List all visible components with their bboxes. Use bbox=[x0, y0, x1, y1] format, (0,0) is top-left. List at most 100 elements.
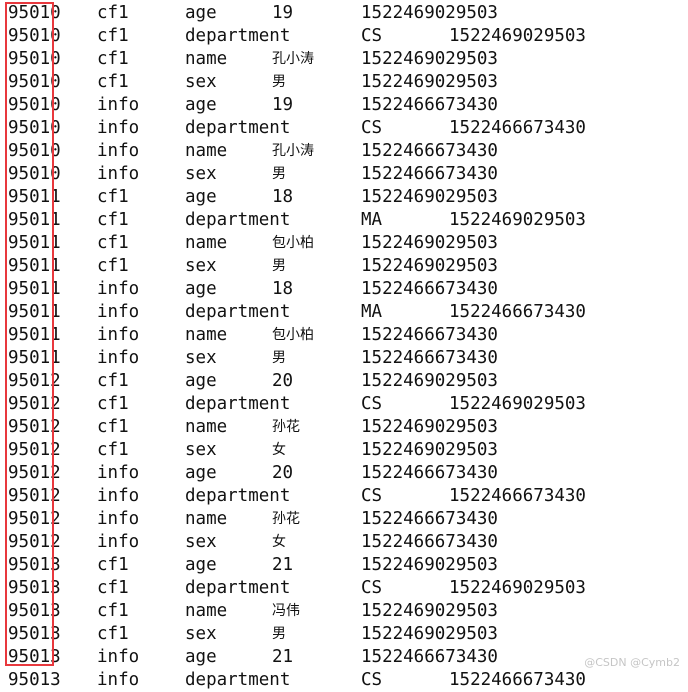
value-cell: 包小柏 bbox=[272, 235, 314, 251]
rowkey-cell: 95011 bbox=[8, 233, 61, 253]
column-family-cell: cf1 bbox=[97, 624, 129, 644]
value-cell: 男 bbox=[272, 626, 286, 642]
qualifier-cell: name bbox=[185, 325, 228, 345]
timestamp-cell: 1522469029503 bbox=[361, 440, 498, 460]
timestamp-cell: 1522469029503 bbox=[361, 233, 498, 253]
column-family-cell: cf1 bbox=[97, 256, 129, 276]
rowkey-cell: 95010 bbox=[8, 141, 61, 161]
table-row: 95011 info department MA 1522466673430 bbox=[0, 301, 688, 324]
value-cell: 男 bbox=[272, 74, 286, 90]
table-row: 95012 cf1 age 20 1522469029503 bbox=[0, 370, 688, 393]
value-cell: CS bbox=[361, 670, 383, 690]
rowkey-cell: 95012 bbox=[8, 532, 61, 552]
timestamp-cell: 1522466673430 bbox=[449, 118, 586, 138]
rowkey-cell: 95011 bbox=[8, 325, 61, 345]
qualifier-cell: name bbox=[185, 49, 228, 69]
value-cell: 19 bbox=[272, 3, 294, 23]
rowkey-cell: 95011 bbox=[8, 187, 61, 207]
column-family-cell: cf1 bbox=[97, 394, 129, 414]
rowkey-cell: 95010 bbox=[8, 3, 61, 23]
table-row: 95010 cf1 name 孔小涛 1522469029503 bbox=[0, 48, 688, 71]
table-row: 95011 cf1 age 18 1522469029503 bbox=[0, 186, 688, 209]
table-row: 95010 cf1 sex 男 1522469029503 bbox=[0, 71, 688, 94]
rowkey-cell: 95010 bbox=[8, 72, 61, 92]
timestamp-cell: 1522469029503 bbox=[361, 555, 498, 575]
value-cell: CS bbox=[361, 486, 383, 506]
column-family-cell: info bbox=[97, 95, 140, 115]
rowkey-cell: 95011 bbox=[8, 210, 61, 230]
timestamp-cell: 1522469029503 bbox=[361, 72, 498, 92]
value-cell: 孔小涛 bbox=[272, 51, 314, 67]
rowkey-cell: 95013 bbox=[8, 624, 61, 644]
value-cell: 女 bbox=[272, 442, 286, 458]
value-cell: 18 bbox=[272, 279, 294, 299]
timestamp-cell: 1522466673430 bbox=[361, 509, 498, 529]
timestamp-cell: 1522466673430 bbox=[361, 348, 498, 368]
table-row: 95012 info age 20 1522466673430 bbox=[0, 462, 688, 485]
rowkey-cell: 95013 bbox=[8, 578, 61, 598]
qualifier-cell: age bbox=[185, 371, 217, 391]
column-family-cell: info bbox=[97, 118, 140, 138]
column-family-cell: info bbox=[97, 670, 140, 690]
timestamp-cell: 1522469029503 bbox=[361, 49, 498, 69]
table-row: 95011 cf1 sex 男 1522469029503 bbox=[0, 255, 688, 278]
qualifier-cell: department bbox=[185, 302, 291, 322]
column-family-cell: cf1 bbox=[97, 72, 129, 92]
table-row: 95011 info age 18 1522466673430 bbox=[0, 278, 688, 301]
table-row: 95012 info sex 女 1522466673430 bbox=[0, 531, 688, 554]
table-row: 95013 cf1 sex 男 1522469029503 bbox=[0, 623, 688, 646]
qualifier-cell: department bbox=[185, 578, 291, 598]
column-family-cell: cf1 bbox=[97, 233, 129, 253]
table-row: 95013 cf1 department CS 1522469029503 bbox=[0, 577, 688, 600]
qualifier-cell: sex bbox=[185, 256, 217, 276]
qualifier-cell: department bbox=[185, 118, 291, 138]
column-family-cell: info bbox=[97, 141, 140, 161]
value-cell: 包小柏 bbox=[272, 327, 314, 343]
timestamp-cell: 1522469029503 bbox=[449, 210, 586, 230]
value-cell: 男 bbox=[272, 166, 286, 182]
qualifier-cell: department bbox=[185, 394, 291, 414]
qualifier-cell: age bbox=[185, 279, 217, 299]
timestamp-cell: 1522469029503 bbox=[361, 256, 498, 276]
value-cell: 女 bbox=[272, 534, 286, 550]
value-cell: 男 bbox=[272, 258, 286, 274]
timestamp-cell: 1522466673430 bbox=[361, 532, 498, 552]
timestamp-cell: 1522466673430 bbox=[361, 647, 498, 667]
table-row: 95012 info name 孙花 1522466673430 bbox=[0, 508, 688, 531]
column-family-cell: cf1 bbox=[97, 555, 129, 575]
qualifier-cell: department bbox=[185, 670, 291, 690]
column-family-cell: cf1 bbox=[97, 3, 129, 23]
qualifier-cell: age bbox=[185, 463, 217, 483]
column-family-cell: info bbox=[97, 486, 140, 506]
table-row: 95012 cf1 department CS 1522469029503 bbox=[0, 393, 688, 416]
qualifier-cell: age bbox=[185, 3, 217, 23]
watermark: @CSDN @Cymb2 bbox=[584, 656, 680, 669]
rowkey-cell: 95011 bbox=[8, 302, 61, 322]
column-family-cell: cf1 bbox=[97, 210, 129, 230]
value-cell: CS bbox=[361, 394, 383, 414]
timestamp-cell: 1522466673430 bbox=[449, 670, 586, 690]
column-family-cell: cf1 bbox=[97, 187, 129, 207]
column-family-cell: info bbox=[97, 279, 140, 299]
rowkey-cell: 95011 bbox=[8, 348, 61, 368]
value-cell: CS bbox=[361, 26, 383, 46]
column-family-cell: info bbox=[97, 509, 140, 529]
qualifier-cell: department bbox=[185, 26, 291, 46]
table-row: 95010 cf1 age 19 1522469029503 bbox=[0, 2, 688, 25]
rowkey-cell: 95013 bbox=[8, 601, 61, 621]
qualifier-cell: department bbox=[185, 210, 291, 230]
value-cell: 18 bbox=[272, 187, 294, 207]
table-row: 95010 info sex 男 1522466673430 bbox=[0, 163, 688, 186]
value-cell: 20 bbox=[272, 371, 294, 391]
rowkey-cell: 95013 bbox=[8, 647, 61, 667]
terminal-output: 95010 cf1 age 19 1522469029503 95010 cf1 depart… bbox=[0, 0, 688, 690]
rowkey-cell: 95010 bbox=[8, 164, 61, 184]
qualifier-cell: sex bbox=[185, 440, 217, 460]
qualifier-cell: age bbox=[185, 95, 217, 115]
table-row: 95010 info name 孔小涛 1522466673430 bbox=[0, 140, 688, 163]
timestamp-cell: 1522469029503 bbox=[361, 3, 498, 23]
column-family-cell: cf1 bbox=[97, 49, 129, 69]
rowkey-cell: 95010 bbox=[8, 95, 61, 115]
timestamp-cell: 1522466673430 bbox=[361, 463, 498, 483]
timestamp-cell: 1522469029503 bbox=[361, 601, 498, 621]
